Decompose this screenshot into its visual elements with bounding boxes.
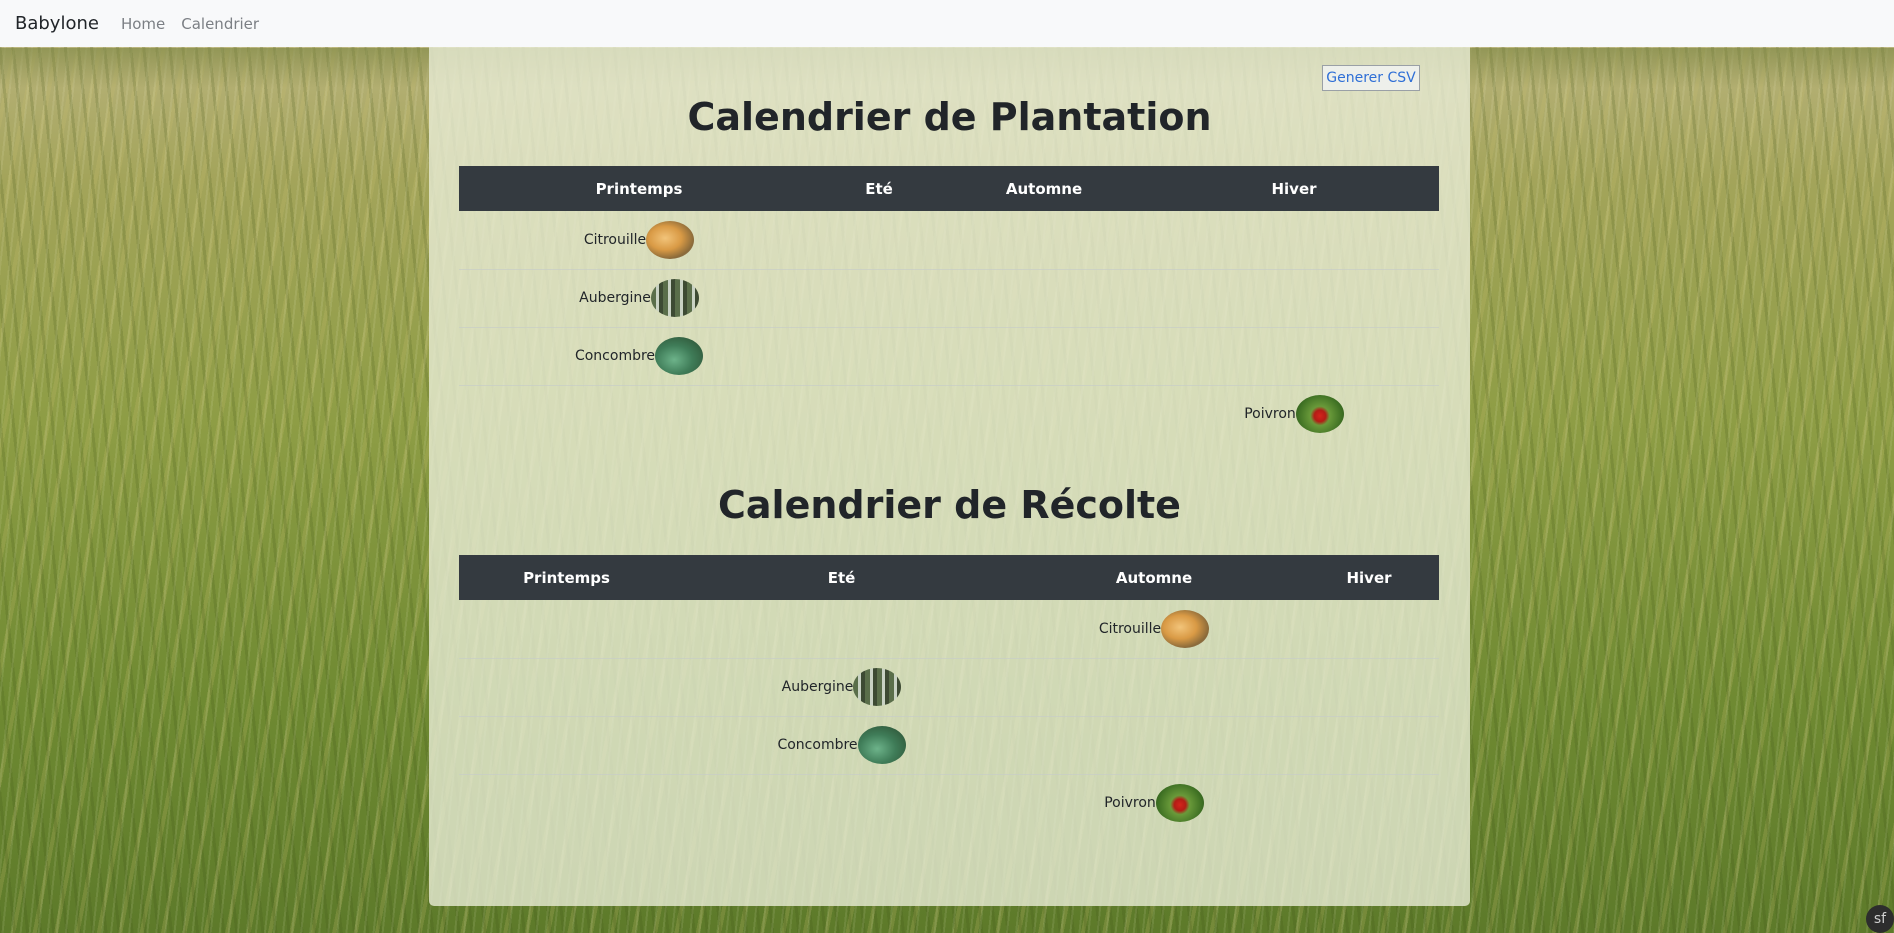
table-cell — [459, 600, 674, 658]
nav-link-home[interactable]: Home — [121, 15, 165, 33]
table-row: Poivron — [459, 384, 1439, 443]
calendar-panel: Generer CSV Calendrier de Plantation Pri… — [429, 47, 1470, 906]
table-cell — [939, 211, 1149, 269]
vegetable-label: Aubergine — [579, 290, 651, 306]
vegetable-label: Aubergine — [781, 679, 854, 695]
column-header: Automne — [1009, 555, 1299, 600]
table-cell — [1009, 657, 1299, 716]
vegetable-label: Concombre — [574, 348, 656, 364]
column-header: Printemps — [459, 166, 819, 211]
table-cell — [939, 326, 1149, 385]
table-cell — [674, 600, 1009, 658]
navbar: Babylone Home Calendrier — [0, 0, 1894, 47]
column-header: Eté — [674, 555, 1009, 600]
table-cell: Poivron — [1009, 773, 1299, 832]
vegetable-image — [1155, 784, 1204, 823]
vegetable-item: Citrouille — [583, 220, 695, 259]
table-row: Aubergine — [459, 657, 1439, 716]
column-header: Hiver — [1149, 166, 1439, 211]
vegetable-item: Citrouille — [1098, 609, 1210, 648]
column-header: Printemps — [459, 555, 674, 600]
generate-csv-button[interactable]: Generer CSV — [1322, 65, 1420, 91]
vegetable-label: Concombre — [777, 737, 858, 753]
table-row: Concombre — [459, 715, 1439, 774]
vegetable-item: Poivron — [1244, 395, 1344, 434]
plantation-title: Calendrier de Plantation — [687, 95, 1212, 139]
vegetable-image — [1295, 395, 1344, 434]
table-cell — [939, 384, 1149, 443]
recolte-table: Printemps Eté Automne Hiver Citrouille Auber… — [459, 555, 1439, 832]
table-cell: Concombre — [459, 326, 819, 385]
table-cell — [819, 326, 939, 385]
table-cell — [1149, 326, 1439, 385]
vegetable-label: Poivron — [1244, 406, 1296, 423]
vegetable-label: Citrouille — [1098, 620, 1162, 637]
column-header: Hiver — [1299, 555, 1439, 600]
vegetable-item: Concombre — [777, 726, 906, 764]
table-cell — [819, 384, 939, 443]
table-cell — [1149, 268, 1439, 327]
table-cell — [459, 384, 819, 443]
vegetable-item: Poivron — [1104, 784, 1204, 823]
vegetable-label: Citrouille — [583, 231, 647, 248]
table-row: Citrouille — [459, 600, 1439, 658]
table-cell: Poivron — [1149, 384, 1439, 443]
nav-link-calendrier[interactable]: Calendrier — [181, 15, 259, 33]
table-cell — [459, 715, 674, 774]
vegetable-item: Aubergine — [782, 668, 902, 706]
vegetable-image — [655, 337, 704, 375]
table-cell — [674, 773, 1009, 832]
column-header: Eté — [819, 166, 939, 211]
table-cell: Aubergine — [459, 268, 819, 327]
table-cell — [459, 657, 674, 716]
table-cell — [939, 268, 1149, 327]
table-row: Concombre — [459, 326, 1439, 385]
vegetable-item: Aubergine — [579, 279, 699, 317]
table-cell: Aubergine — [674, 657, 1009, 716]
table-cell: Citrouille — [459, 211, 819, 269]
recolte-title: Calendrier de Récolte — [718, 483, 1181, 527]
table-cell — [459, 773, 674, 832]
vegetable-label: Poivron — [1104, 795, 1156, 812]
table-cell: Citrouille — [1009, 600, 1299, 658]
table-cell — [1149, 211, 1439, 269]
table-cell — [1299, 773, 1439, 832]
table-cell — [819, 268, 939, 327]
table-cell — [819, 211, 939, 269]
vegetable-image — [650, 279, 699, 317]
table-row: Citrouille — [459, 211, 1439, 269]
table-cell — [1299, 600, 1439, 658]
vegetable-item: Concombre — [574, 337, 704, 375]
symfony-debug-icon[interactable]: sf — [1866, 905, 1894, 933]
column-header: Automne — [939, 166, 1149, 211]
table-cell — [1009, 715, 1299, 774]
table-row: Aubergine — [459, 268, 1439, 327]
brand-link[interactable]: Babylone — [15, 13, 99, 34]
vegetable-image — [1161, 609, 1210, 648]
vegetable-image — [853, 668, 902, 706]
plantation-table: Printemps Eté Automne Hiver Citrouille Auber… — [459, 166, 1439, 443]
table-cell — [1299, 715, 1439, 774]
table-row: Poivron — [459, 773, 1439, 832]
vegetable-image — [857, 726, 906, 764]
vegetable-image — [646, 220, 695, 259]
table-cell: Concombre — [674, 715, 1009, 774]
table-cell — [1299, 657, 1439, 716]
